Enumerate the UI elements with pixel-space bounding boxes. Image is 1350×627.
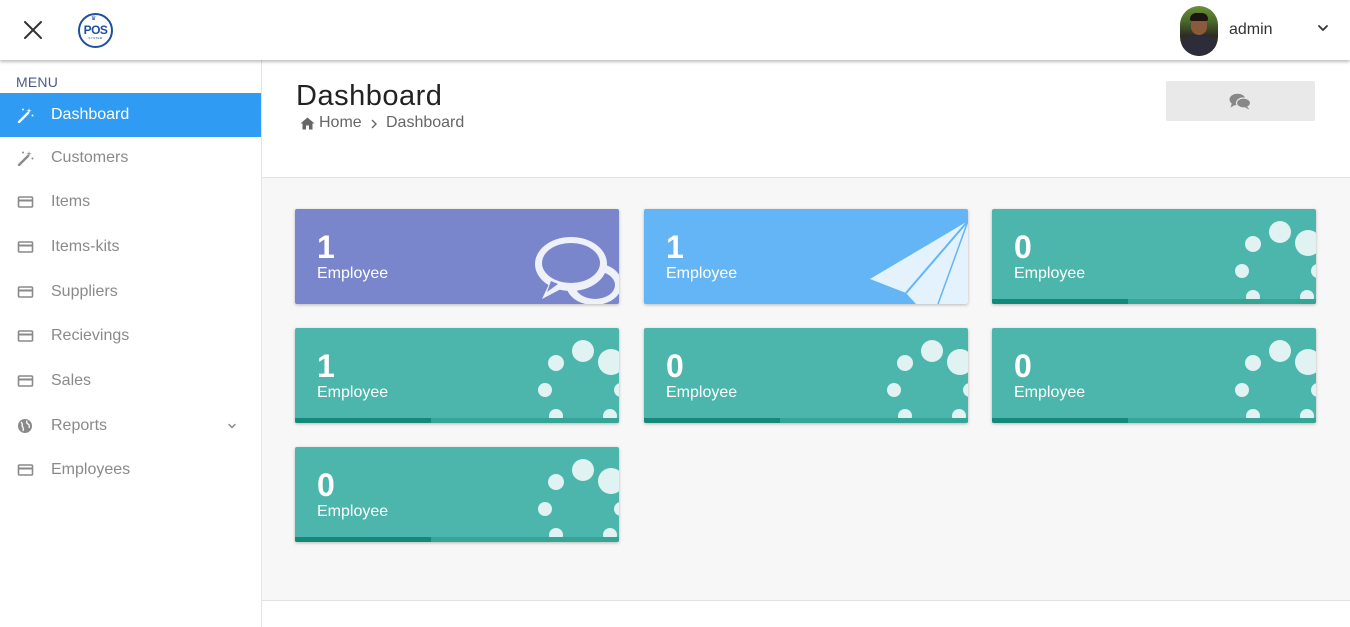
stat-count: 0 [666, 348, 684, 384]
sidebar-item-reports[interactable]: Reports [0, 404, 261, 448]
stat-label: Employee [317, 503, 389, 520]
loading-dots-icon [887, 340, 968, 423]
progress-bar [992, 299, 1316, 304]
progress-bar [295, 537, 619, 542]
sidebar-item-sales[interactable]: Sales [0, 359, 261, 403]
sidebar-item-customers[interactable]: Customers [0, 136, 261, 180]
card-icon [17, 196, 34, 208]
sidebar-item-label: Reports [51, 417, 108, 434]
sidebar-item-suppliers[interactable]: Suppliers [0, 270, 261, 314]
stat-card[interactable]: 1 Employee [644, 209, 968, 304]
stat-label: Employee [317, 384, 389, 401]
crown-icon: ♛ [91, 15, 97, 22]
stat-count: 0 [1014, 348, 1032, 384]
card-icon [17, 330, 34, 342]
loading-dots-icon [538, 340, 619, 423]
stat-count: 1 [317, 229, 335, 265]
chevron-down-icon [228, 423, 236, 429]
sidebar-item-employees[interactable]: Employees [0, 448, 261, 492]
logo-text: POS [83, 23, 108, 37]
sidebar-item-items-kits[interactable]: Items-kits [0, 225, 261, 269]
menu-heading: MENU [16, 74, 59, 90]
user-menu[interactable]: admin [1180, 6, 1340, 56]
stat-count: 0 [317, 467, 335, 503]
magic-wand-icon [17, 108, 34, 123]
stat-count: 1 [666, 229, 684, 265]
sidebar-item-recievings[interactable]: Recievings [0, 314, 261, 358]
username: admin [1229, 21, 1273, 38]
footer [262, 600, 1350, 627]
stat-card[interactable]: 0 Employee [992, 328, 1316, 423]
sidebar-item-label: Items-kits [51, 238, 120, 255]
card-icon [17, 286, 34, 298]
logo-subtext: SYSTEM [88, 36, 103, 40]
progress-bar [295, 418, 619, 423]
chat-button[interactable] [1166, 81, 1315, 121]
stat-label: Employee [666, 384, 738, 401]
loading-dots-icon [1235, 221, 1316, 304]
stat-label: Employee [1014, 265, 1086, 282]
stat-card[interactable]: 1 Employee [295, 328, 619, 423]
main-content: Dashboard Home Dashboard 1 Employee 1 Em… [262, 60, 1350, 627]
stat-label: Employee [317, 265, 389, 282]
stat-card[interactable]: 0 Employee [644, 328, 968, 423]
sidebar-item-label: Employees [51, 461, 131, 478]
close-sidebar-button[interactable] [20, 17, 46, 43]
progress-bar [644, 418, 968, 423]
stat-label: Employee [1014, 384, 1086, 401]
loading-dots-icon [538, 459, 619, 542]
app-logo[interactable]: ♛ POS SYSTEM [78, 13, 113, 48]
sidebar-item-dashboard[interactable]: Dashboard [0, 93, 261, 137]
sidebar-item-label: Customers [51, 149, 129, 166]
card-icon [17, 241, 34, 253]
sidebar-item-label: Items [51, 193, 91, 210]
chat-bubbles-icon [535, 237, 619, 304]
progress-bar [992, 418, 1316, 423]
globe-icon [18, 419, 32, 433]
sidebar-item-label: Sales [51, 372, 92, 389]
stat-count: 0 [1014, 229, 1032, 265]
avatar[interactable] [1180, 6, 1218, 56]
breadcrumb-home-link[interactable]: Home [319, 114, 362, 132]
home-icon [300, 117, 315, 130]
paper-plane-icon [870, 220, 968, 304]
stat-card[interactable]: 1 Employee [295, 209, 619, 304]
chevron-right-icon [371, 119, 377, 129]
stat-count: 1 [317, 348, 335, 384]
sidebar: MENU Dashboard Customers Items Items-kit… [0, 60, 262, 627]
page-title: Dashboard [296, 80, 443, 112]
sidebar-item-items[interactable]: Items [0, 180, 261, 224]
top-header: ♛ POS SYSTEM admin [0, 0, 1350, 60]
close-icon [24, 21, 42, 39]
card-icon [17, 464, 34, 476]
sidebar-item-label: Recievings [51, 327, 130, 344]
chevron-down-icon[interactable] [1316, 21, 1330, 35]
magic-wand-icon [17, 151, 34, 166]
breadcrumb-current: Dashboard [386, 114, 465, 131]
stat-card[interactable]: 0 Employee [295, 447, 619, 542]
stat-label: Employee [666, 265, 738, 282]
sidebar-item-label: Dashboard [51, 106, 130, 123]
page-header: Dashboard Home Dashboard [262, 60, 1350, 178]
card-icon [17, 375, 34, 387]
comments-icon [1229, 93, 1251, 110]
sidebar-item-label: Suppliers [51, 283, 118, 300]
stat-card[interactable]: 0 Employee [992, 209, 1316, 304]
loading-dots-icon [1235, 340, 1316, 423]
